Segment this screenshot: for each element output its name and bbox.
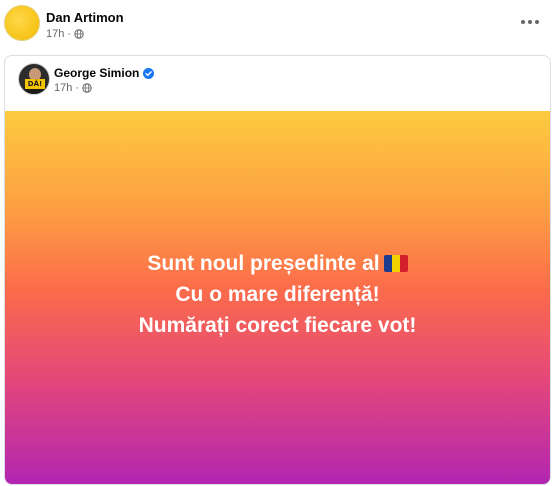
shared-post-meta: 17h ·	[54, 82, 92, 94]
shared-author-row: George Simion	[54, 66, 155, 80]
more-options-icon[interactable]	[521, 17, 541, 27]
post-time[interactable]: 17h	[46, 28, 64, 40]
avatar[interactable]	[4, 5, 40, 41]
colored-background-post[interactable]: Sunt noul președinte al Cu o mare difere…	[5, 111, 550, 484]
post-header: Dan Artimon 17h ·	[4, 5, 557, 45]
avatar-badge: DĂ!	[25, 79, 45, 89]
shared-post-time[interactable]: 17h	[54, 82, 72, 94]
post-text-line-1: Sunt noul președinte al	[139, 248, 417, 279]
globe-icon[interactable]	[82, 83, 92, 93]
separator-dot: ·	[67, 28, 72, 40]
shared-post-header: DĂ! George Simion 17h ·	[5, 56, 550, 111]
post-text: Sunt noul președinte al Cu o mare difere…	[139, 248, 417, 341]
post-meta: 17h ·	[46, 28, 84, 40]
romania-flag-icon	[383, 255, 408, 272]
post-text-line-2: Cu o mare diferență!	[175, 283, 380, 306]
verified-badge-icon	[143, 67, 155, 79]
shared-author-name[interactable]: George Simion	[54, 66, 139, 80]
flag-stripe-red	[399, 255, 408, 272]
shared-post[interactable]: DĂ! George Simion 17h · Sunt noul președ…	[4, 55, 551, 485]
post-text-line-3: Numărați corect fiecare vot!	[138, 314, 417, 337]
flag-stripe-blue	[383, 255, 392, 272]
flag-stripe-yellow	[391, 255, 400, 272]
globe-icon[interactable]	[74, 29, 84, 39]
shared-author-avatar[interactable]: DĂ!	[18, 63, 50, 95]
post-text-line-1-text: Sunt noul președinte al	[147, 252, 380, 275]
separator-dot: ·	[75, 82, 80, 94]
post-author-name[interactable]: Dan Artimon	[46, 10, 124, 25]
